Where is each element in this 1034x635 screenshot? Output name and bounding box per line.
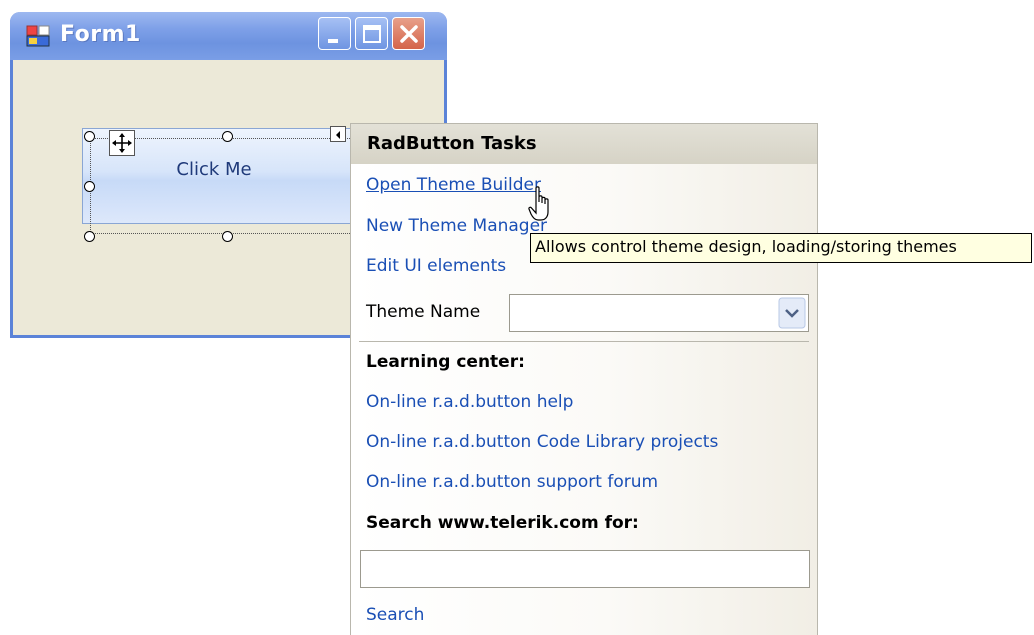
resize-handle[interactable]	[84, 231, 95, 242]
smart-tag-button[interactable]	[330, 126, 346, 142]
close-icon	[400, 25, 418, 43]
learning-center-heading: Learning center:	[366, 352, 525, 372]
window-title: Form1	[60, 22, 141, 47]
new-theme-manager-link[interactable]: New Theme Manager	[366, 216, 547, 236]
search-heading: Search www.telerik.com for:	[366, 513, 639, 533]
move-icon	[112, 133, 132, 153]
code-library-link[interactable]: On-line r.a.d.button Code Library projec…	[366, 432, 718, 452]
theme-name-label: Theme Name	[366, 302, 481, 322]
support-forum-link[interactable]: On-line r.a.d.button support forum	[366, 472, 658, 492]
dropdown-button[interactable]	[778, 297, 806, 329]
resize-handle[interactable]	[84, 181, 95, 192]
form-app-icon	[26, 25, 52, 47]
edit-ui-elements-link[interactable]: Edit UI elements	[366, 256, 506, 276]
maximize-icon	[363, 25, 381, 43]
chevron-down-icon	[778, 297, 806, 329]
online-help-link[interactable]: On-line r.a.d.button help	[366, 392, 573, 412]
panel-title: RadButton Tasks	[367, 133, 537, 154]
hand-pointer-icon	[528, 186, 560, 226]
search-input[interactable]	[360, 550, 810, 588]
theme-name-select[interactable]	[509, 294, 809, 332]
resize-handle[interactable]	[222, 131, 233, 142]
close-button[interactable]	[392, 17, 425, 50]
rad-button-label: Click Me	[176, 159, 252, 180]
smart-tag-arrow-icon	[336, 131, 340, 139]
panel-divider	[359, 341, 809, 342]
minimize-button[interactable]	[318, 17, 351, 50]
resize-handle[interactable]	[222, 231, 233, 242]
tasks-panel: RadButton Tasks Open Theme Builder New T…	[350, 123, 818, 635]
resize-handle[interactable]	[84, 131, 95, 142]
move-handle[interactable]	[109, 130, 135, 156]
minimize-icon	[328, 39, 338, 43]
form-titlebar[interactable]: Form1	[10, 12, 447, 60]
open-theme-builder-link[interactable]: Open Theme Builder	[366, 175, 541, 195]
tooltip: Allows control theme design, loading/sto…	[530, 233, 1032, 263]
panel-header: RadButton Tasks	[351, 124, 817, 164]
maximize-button[interactable]	[355, 17, 388, 50]
search-link[interactable]: Search	[366, 605, 424, 625]
